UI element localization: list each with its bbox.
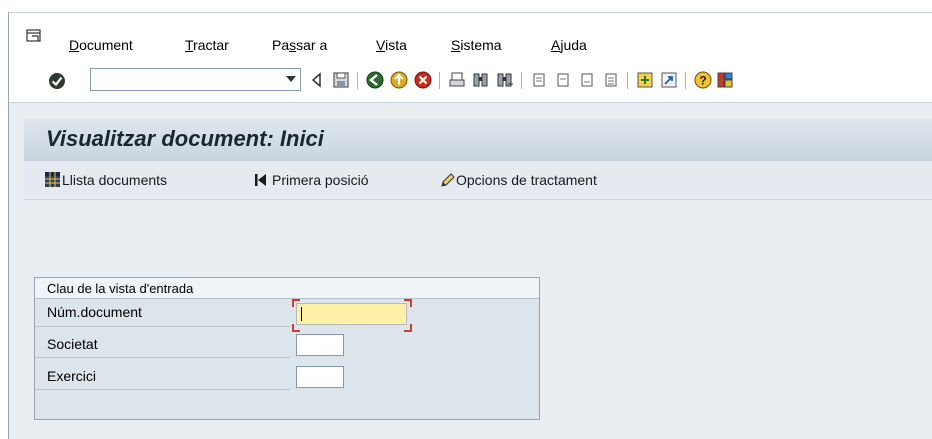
separator: [439, 72, 440, 89]
menu-vista[interactable]: Vista: [376, 37, 407, 53]
print-icon[interactable]: [447, 70, 467, 90]
back-arrow-icon[interactable]: [307, 70, 327, 90]
company-code-label: Societat: [47, 336, 98, 352]
system-menu-icon[interactable]: [26, 29, 42, 43]
new-session-icon[interactable]: [635, 70, 655, 90]
cancel-icon[interactable]: [413, 70, 433, 90]
menu-sistema[interactable]: Sistema: [451, 37, 502, 53]
enter-icon[interactable]: [48, 72, 66, 90]
entry-key-group: Clau de la vista d'entrada Núm.document …: [34, 277, 540, 420]
command-field[interactable]: [90, 68, 301, 91]
group-title: Clau de la vista d'entrada: [47, 281, 194, 296]
row-divider: [35, 326, 290, 327]
fiscal-year-input[interactable]: [296, 366, 344, 388]
previous-page-icon[interactable]: [553, 70, 573, 90]
exit-icon[interactable]: [389, 70, 409, 90]
shortcut-icon[interactable]: [659, 70, 679, 90]
back-icon[interactable]: [365, 70, 385, 90]
first-page-icon[interactable]: [529, 70, 549, 90]
document-list-label: Llista documents: [62, 172, 168, 188]
focus-corner: [404, 324, 412, 332]
menu-tractar[interactable]: Tractar: [185, 37, 229, 53]
application-toolbar: Llista documents Primera posició Opcions…: [24, 161, 932, 200]
first-position-icon: [255, 174, 266, 186]
find-icon[interactable]: [471, 70, 491, 90]
help-icon[interactable]: ?: [693, 70, 713, 90]
document-number-input[interactable]: [296, 303, 407, 325]
dropdown-arrow-icon[interactable]: [286, 76, 296, 82]
page-title: Visualitzar document: Inici: [46, 126, 324, 151]
separator: [521, 72, 522, 89]
menu-passar-a[interactable]: Passar a: [272, 37, 327, 53]
focus-corner: [404, 299, 412, 307]
standard-toolbar: ?: [9, 60, 932, 103]
focus-corner: [292, 299, 300, 307]
separator: [357, 72, 358, 89]
row-divider: [35, 357, 290, 358]
layout-icon[interactable]: [715, 70, 735, 90]
first-position-label: Primera posició: [272, 172, 369, 188]
company-code-input[interactable]: [296, 334, 344, 356]
last-page-icon[interactable]: [601, 70, 621, 90]
document-number-label: Núm.document: [47, 304, 142, 320]
sap-window: Document Tractar Passar a Vista Sistema …: [8, 12, 932, 439]
row-divider: [35, 389, 290, 390]
text-cursor: [301, 307, 302, 321]
find-next-icon[interactable]: [495, 70, 515, 90]
fiscal-year-label: Exercici: [47, 368, 97, 384]
svg-text:?: ?: [699, 74, 706, 88]
save-icon[interactable]: [331, 70, 351, 90]
focus-corner: [292, 324, 300, 332]
menu-document[interactable]: Document: [69, 37, 133, 53]
group-header: Clau de la vista d'entrada: [35, 278, 539, 299]
separator: [685, 72, 686, 89]
main-area: Visualitzar document: Inici Llista docum…: [9, 103, 932, 439]
menu-bar: Document Tractar Passar a Vista Sistema …: [9, 13, 932, 58]
processing-options-label: Opcions de tractament: [456, 172, 597, 188]
menu-ajuda[interactable]: Ajuda: [551, 37, 587, 53]
separator: [627, 72, 628, 89]
pencil-icon: [441, 173, 455, 187]
table-icon: [45, 172, 60, 187]
next-page-icon[interactable]: [577, 70, 597, 90]
screen-title-bar: Visualitzar document: Inici: [24, 118, 932, 161]
